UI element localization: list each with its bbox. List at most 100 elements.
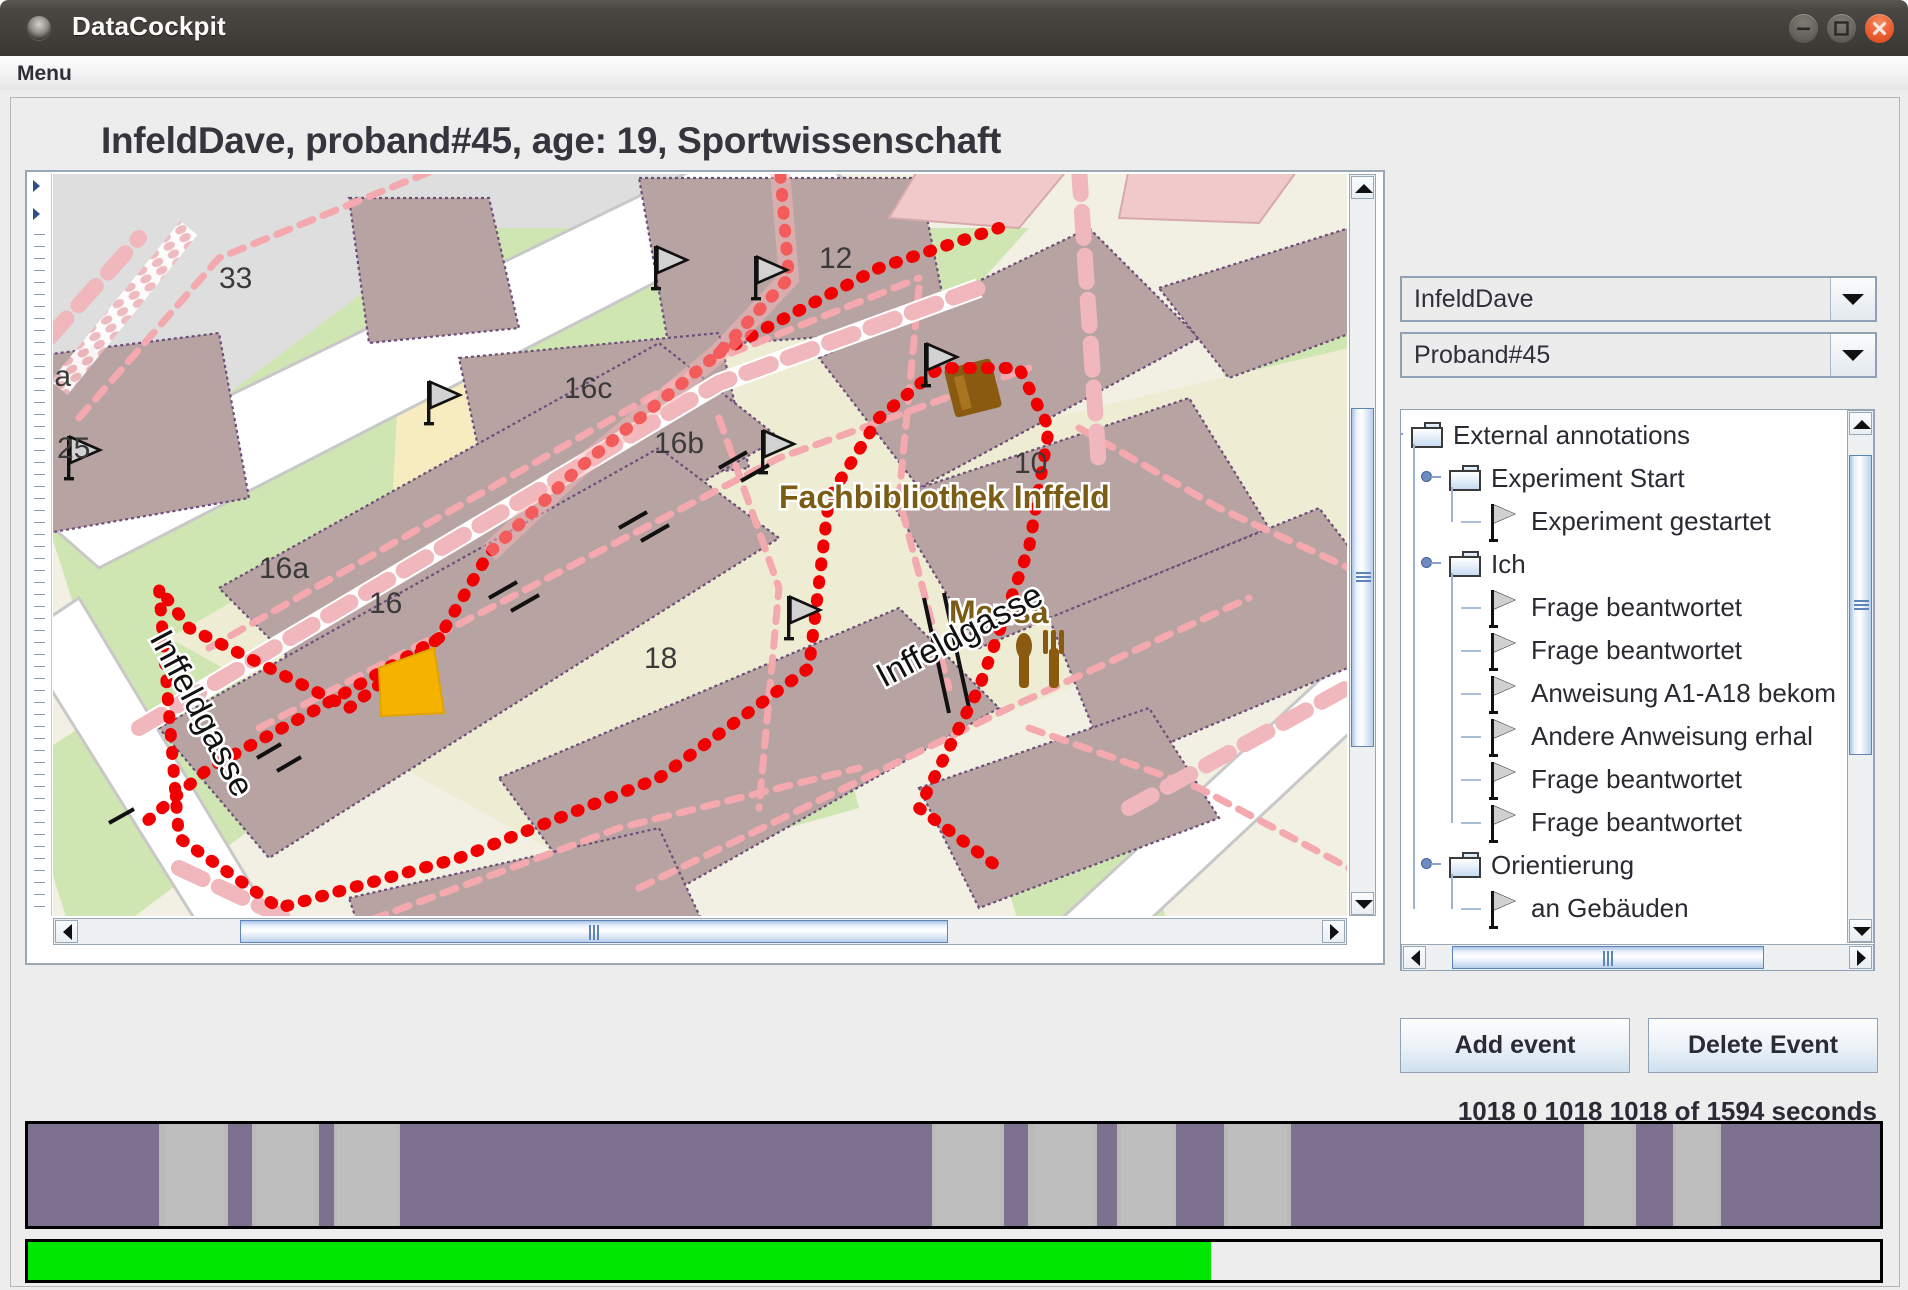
close-icon (1872, 21, 1887, 36)
map-viewport[interactable]: P (25, 170, 1385, 965)
maximize-icon (1834, 21, 1849, 36)
tree-expand-handle-icon[interactable] (1421, 858, 1441, 874)
tree-scroll-right-button[interactable] (1849, 946, 1872, 969)
tree-node-label: Experiment Start (1491, 463, 1685, 493)
timeline-segment[interactable] (1096, 1124, 1117, 1226)
map-scroll-down-button[interactable] (1351, 892, 1374, 915)
ruler-up-arrow-icon (33, 180, 40, 192)
map-horizontal-scrollbar[interactable] (53, 918, 1347, 945)
map-vertical-scrollbar[interactable] (1349, 174, 1376, 916)
tree-node-label: Frage beantwortet (1531, 764, 1743, 794)
chevron-down-icon[interactable] (1830, 278, 1875, 320)
delete-event-label: Delete Event (1687, 1031, 1839, 1059)
timeline-segment[interactable] (337, 1124, 397, 1226)
map-hscroll-thumb[interactable] (240, 920, 949, 943)
progress-bar[interactable] (25, 1239, 1883, 1283)
tree-node-label: an Gebäuden (1531, 893, 1689, 923)
flag-icon (1489, 719, 1519, 757)
flag-icon (1489, 633, 1519, 671)
tree-hscroll-thumb[interactable] (1452, 946, 1764, 969)
map-canvas[interactable]: P (53, 174, 1347, 916)
tree-node-label: External annotations (1453, 420, 1691, 450)
tree-node-label: Anweisung A1-A18 bekom (1531, 678, 1836, 708)
timeline-segment[interactable] (1587, 1124, 1632, 1226)
close-button[interactable] (1865, 14, 1894, 43)
svg-text:Fachbibliothek Inffeld: Fachbibliothek Inffeld (779, 479, 1110, 515)
delete-event-button[interactable]: Delete Event (1648, 1018, 1878, 1073)
timeline-segment[interactable] (165, 1124, 225, 1226)
tree-expand-handle-icon[interactable] (1421, 471, 1441, 487)
timeline-strip[interactable] (25, 1121, 1883, 1229)
timeline-segment[interactable] (1120, 1124, 1173, 1226)
tree-connector (1461, 650, 1481, 652)
svg-text:33: 33 (219, 262, 252, 295)
timeline-segment[interactable] (1291, 1124, 1584, 1226)
annotations-tree[interactable]: External annotations Experiment Start Expe… (1401, 410, 1849, 943)
svg-text:10: 10 (1014, 447, 1047, 480)
window-title: DataCockpit (72, 11, 226, 41)
tree-node-label: Andere Anweisung erhal (1531, 721, 1813, 751)
flag-icon (1489, 805, 1519, 843)
svg-text:12: 12 (819, 242, 852, 275)
timeline-segment[interactable] (1004, 1124, 1029, 1226)
tree-scroll-left-button[interactable] (1403, 946, 1426, 969)
timeline-segment[interactable] (935, 1124, 1001, 1226)
subject-dropdown[interactable]: InfeldDave (1400, 276, 1877, 322)
tree-vscroll-thumb[interactable] (1849, 455, 1872, 755)
map-ruler (29, 174, 52, 916)
timeline-segment[interactable] (255, 1124, 316, 1226)
tree-scroll-down-button[interactable] (1849, 919, 1872, 942)
map-scroll-left-button[interactable] (55, 920, 78, 943)
tree-horizontal-scrollbar[interactable] (1401, 944, 1874, 970)
tree-connector (1461, 693, 1481, 695)
svg-text:16: 16 (369, 587, 402, 620)
tree-connector (1461, 607, 1481, 609)
svg-text:25a: 25a (53, 360, 71, 393)
tree-connector (1451, 487, 1453, 522)
tree-node-label: Experiment gestartet (1531, 506, 1771, 536)
timeline-segment[interactable] (1228, 1124, 1288, 1226)
chevron-down-icon[interactable] (1830, 334, 1875, 376)
flag-icon (1489, 590, 1519, 628)
timeline-segment[interactable] (1720, 1124, 1880, 1226)
scroll-grip-icon (589, 925, 600, 940)
timeline-segment[interactable] (228, 1124, 253, 1226)
tree-connector (1461, 779, 1481, 781)
svg-text:16c: 16c (564, 372, 612, 405)
tree-connector (1413, 444, 1415, 909)
map-scroll-up-button[interactable] (1351, 176, 1374, 199)
scroll-grip-icon (1603, 951, 1614, 966)
tree-node-label: Ich (1491, 549, 1526, 579)
tree-vertical-scrollbar[interactable] (1847, 410, 1874, 943)
application-window: DataCockpit Menu InfeldDave, proband#45,… (0, 0, 1908, 1290)
maximize-button[interactable] (1827, 14, 1856, 43)
timeline-segment[interactable] (28, 1124, 160, 1226)
add-event-button[interactable]: Add event (1400, 1018, 1630, 1073)
tree-connector (1461, 822, 1481, 824)
timeline-segment[interactable] (1676, 1124, 1717, 1226)
timeline-segment[interactable] (1176, 1124, 1225, 1226)
tree-scroll-up-button[interactable] (1849, 412, 1872, 435)
page-title: InfeldDave, proband#45, age: 19, Sportwi… (101, 120, 1001, 161)
timeline-segment[interactable] (318, 1124, 334, 1226)
annotations-tree-panel[interactable]: External annotations Experiment Start Expe… (1400, 409, 1875, 971)
proband-dropdown[interactable]: Proband#45 (1400, 332, 1877, 378)
timeline-segment[interactable] (1033, 1124, 1093, 1226)
map-scroll-right-button[interactable] (1322, 920, 1345, 943)
folder-icon (1449, 465, 1481, 491)
scroll-grip-icon (1356, 572, 1371, 583)
tree-node-label: Orientierung (1491, 850, 1635, 880)
proband-dropdown-value: Proband#45 (1414, 340, 1551, 369)
title-bar: DataCockpit (0, 0, 1908, 57)
tree-expand-handle-icon[interactable] (1421, 557, 1441, 573)
menu-item-menu[interactable]: Menu (12, 61, 77, 87)
timeline-segment[interactable] (1635, 1124, 1673, 1226)
add-event-label: Add event (1454, 1031, 1576, 1059)
timeline-segment[interactable] (400, 1124, 932, 1226)
map-vscroll-thumb[interactable] (1351, 407, 1374, 747)
tree-connector (1461, 736, 1481, 738)
minimize-button[interactable] (1789, 14, 1818, 43)
svg-text:18: 18 (644, 642, 677, 675)
progress-bar-fill (28, 1242, 1212, 1280)
svg-text:16b: 16b (654, 427, 704, 460)
